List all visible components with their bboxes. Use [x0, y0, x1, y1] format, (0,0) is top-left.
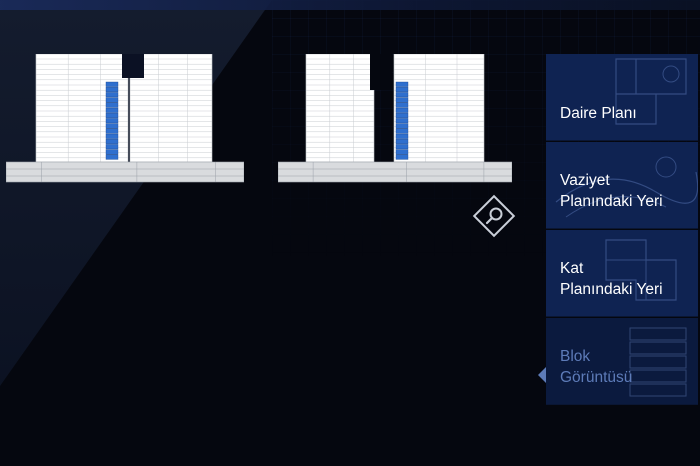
menu-item-daire-plani[interactable]: Daire Planı [546, 54, 698, 141]
highlighted-floor [395, 113, 409, 119]
menu-label-line1: Daire Planı [560, 105, 637, 122]
highlighted-floor [395, 133, 409, 139]
highlighted-floor [395, 149, 409, 155]
highlighted-floor [105, 144, 119, 150]
menu-item-vaziyet-plani[interactable]: Vaziyet Planındaki Yeri [546, 142, 698, 229]
highlighted-floor [105, 97, 119, 103]
menu-label-line2: Görüntüsü [560, 369, 633, 386]
highlighted-floor [105, 107, 119, 113]
menu-label-line2: Planındaki Yeri [560, 281, 663, 298]
highlighted-floor [395, 81, 409, 87]
highlighted-floor [105, 123, 119, 129]
menu-label-line1: Vaziyet [560, 172, 610, 189]
highlighted-floor [105, 92, 119, 98]
highlighted-floor [395, 118, 409, 124]
menu-label-line1: Blok [560, 348, 591, 365]
highlighted-floor [395, 144, 409, 150]
highlighted-floor [395, 123, 409, 129]
highlighted-floor [395, 92, 409, 98]
building-notch [122, 54, 144, 78]
highlighted-floor [105, 87, 119, 93]
highlighted-floor [105, 102, 119, 108]
highlighted-floor [105, 128, 119, 134]
highlighted-floor [395, 97, 409, 103]
menu-item-kat-plani[interactable]: Kat Planındaki Yeri [546, 230, 698, 317]
menu-label-line2: Planındaki Yeri [560, 193, 663, 210]
highlighted-floor [105, 113, 119, 119]
highlighted-floor [395, 128, 409, 134]
tower-body [305, 54, 375, 163]
background-top-glow [0, 0, 700, 10]
highlighted-floor [395, 102, 409, 108]
highlighted-floor [105, 138, 119, 144]
block-elevation-left [6, 54, 244, 184]
building-notch [370, 54, 392, 90]
highlighted-floor [105, 154, 119, 160]
highlighted-floor [395, 154, 409, 160]
highlighted-floor [395, 107, 409, 113]
highlighted-floor [105, 133, 119, 139]
highlighted-floor [395, 87, 409, 93]
floorplan-pattern [615, 58, 687, 125]
highlighted-floor [105, 81, 119, 87]
active-indicator-arrow [538, 367, 546, 383]
magnifier-icon [472, 194, 516, 238]
menu-label-line1: Kat [560, 260, 584, 277]
highlighted-floor [105, 149, 119, 155]
highlighted-floor [105, 118, 119, 124]
highlighted-floor [395, 138, 409, 144]
menu-item-blok-goruntusu[interactable]: Blok Görüntüsü [546, 318, 698, 405]
zoom-button[interactable] [472, 194, 516, 238]
block-elevation-right [278, 54, 512, 184]
sidebar-menu: Daire Planı Vaziyet Planındaki Yeri Kat … [546, 54, 698, 405]
